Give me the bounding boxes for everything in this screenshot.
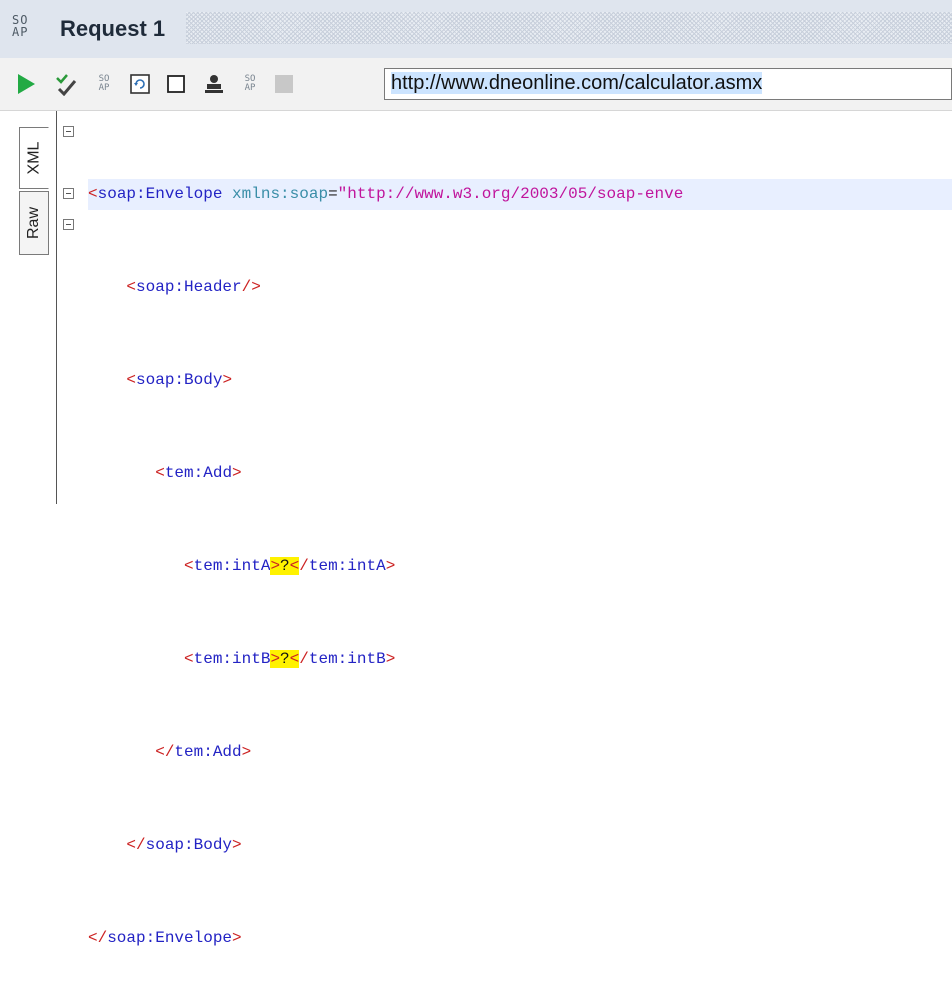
inta-value[interactable]: ?	[280, 557, 290, 575]
fold-toggle-add[interactable]	[63, 219, 74, 230]
tab-xml[interactable]: XML	[19, 127, 49, 189]
code-line: <soap:Body>	[126, 371, 233, 389]
fold-gutter	[57, 111, 87, 504]
submit-request-button[interactable]	[14, 72, 38, 96]
intb-value[interactable]: ?	[280, 650, 290, 668]
tab-xml-label: XML	[25, 141, 42, 175]
endpoint-url-input[interactable]: http://www.dneonline.com/calculator.asmx	[384, 68, 952, 100]
square-icon	[167, 75, 185, 93]
user-icon	[205, 75, 223, 93]
validate-button[interactable]	[54, 72, 78, 96]
endpoint-url-text: http://www.dneonline.com/calculator.asmx	[391, 72, 763, 94]
editor-view-tabs: XML Raw	[0, 111, 57, 504]
code-line: <tem:Add>	[155, 464, 242, 482]
tab-raw-label: Raw	[25, 206, 43, 240]
tab-raw[interactable]: Raw	[19, 191, 49, 255]
code-line: <tem:intA>?</tem:intA>	[184, 557, 396, 575]
xml-editor-panel: XML Raw <soap:Envelope xmlns:soap="http:…	[0, 111, 952, 947]
soap-icon: SO AP	[98, 74, 110, 93]
code-line: </soap:Body>	[126, 836, 242, 854]
request-title: Request 1	[60, 16, 166, 41]
refresh-icon	[130, 74, 150, 94]
soap-action-1-button[interactable]: SO AP	[92, 72, 116, 96]
code-line: </soap:Envelope>	[88, 929, 242, 947]
soap-logo-icon: SO AP	[12, 13, 29, 39]
xml-code[interactable]: <soap:Envelope xmlns:soap="http://www.w3…	[88, 117, 952, 1008]
request-title-bar: SO AP Request 1	[0, 0, 952, 58]
soap-icon: SO AP	[244, 74, 256, 93]
code-line: <soap:Header/>	[126, 278, 261, 296]
code-line: </tem:Add>	[155, 743, 252, 761]
play-icon	[18, 74, 35, 94]
code-line: <tem:intB>?</tem:intB>	[184, 650, 396, 668]
stop-button[interactable]	[272, 72, 296, 96]
check-icon	[56, 74, 77, 96]
code-line: <soap:Envelope xmlns:soap="http://www.w3…	[88, 179, 952, 210]
title-bar-drag-area[interactable]	[186, 12, 952, 44]
reload-button[interactable]	[128, 72, 152, 96]
user-auth-button[interactable]	[202, 72, 226, 96]
stop-icon	[275, 75, 293, 93]
fold-toggle-envelope[interactable]	[63, 126, 74, 137]
soap-action-2-button[interactable]: SO AP	[238, 72, 262, 96]
request-toolbar: SO AP SO AP http://www.dneonline.com/calcu…	[0, 58, 952, 111]
fold-toggle-body[interactable]	[63, 188, 74, 199]
toggle-panel-button[interactable]	[164, 72, 188, 96]
